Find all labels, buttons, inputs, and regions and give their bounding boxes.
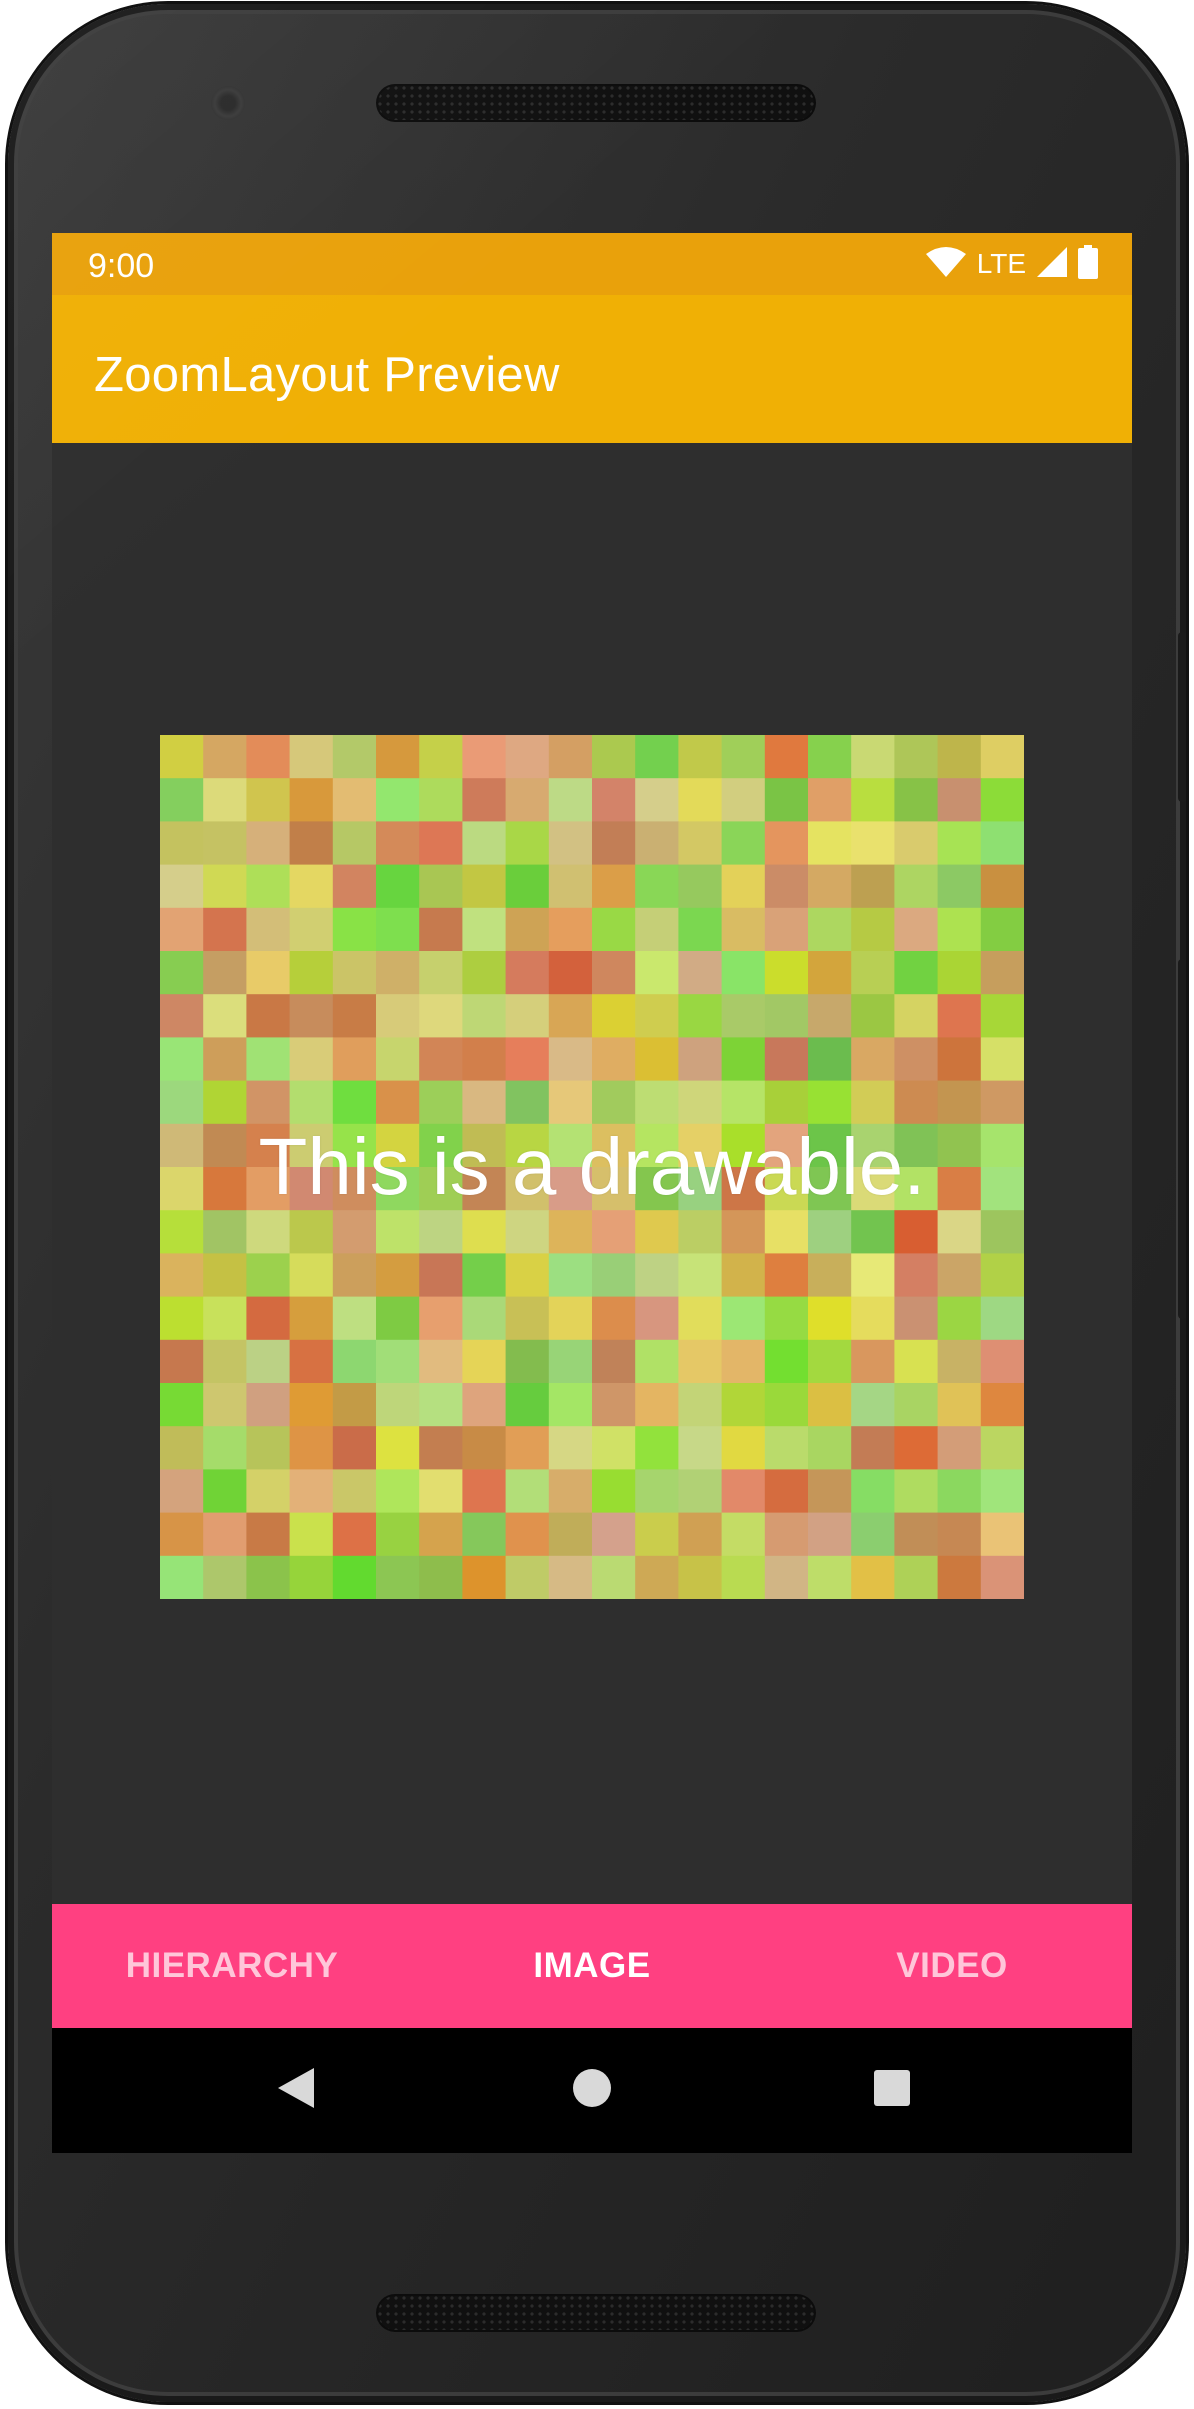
front-camera — [211, 86, 245, 120]
wifi-icon — [925, 246, 967, 283]
drawable-text: This is a drawable. — [258, 1122, 926, 1211]
status-time: 9:00 — [88, 247, 155, 285]
back-button[interactable] — [236, 2028, 356, 2153]
signal-icon — [1036, 246, 1068, 283]
phone-frame: 9:00 LTE ZoomLayout Preview This is a dr… — [8, 4, 1186, 2402]
app-title: ZoomLayout Preview — [94, 348, 560, 402]
battery-icon — [1078, 244, 1098, 284]
power-button — [1178, 632, 1186, 802]
tab-image[interactable]: IMAGE — [412, 1904, 772, 2028]
home-icon — [572, 2068, 612, 2113]
tab-video[interactable]: VIDEO — [772, 1904, 1132, 2028]
app-bar: ZoomLayout Preview — [52, 295, 1132, 443]
recents-icon — [872, 2068, 912, 2113]
tab-hierarchy[interactable]: HIERARCHY — [52, 1904, 412, 2028]
network-label: LTE — [976, 248, 1026, 279]
drawable-image[interactable]: This is a drawable. — [160, 735, 1024, 1599]
status-icons: LTE — [925, 244, 1098, 284]
back-icon — [276, 2066, 316, 2115]
home-button[interactable] — [532, 2028, 652, 2153]
screen: 9:00 LTE ZoomLayout Preview This is a dr… — [52, 233, 1132, 2153]
status-bar: 9:00 LTE — [52, 233, 1132, 295]
volume-button — [1178, 959, 1186, 1319]
system-navigation-bar — [52, 2028, 1132, 2153]
earpiece-speaker — [376, 84, 816, 122]
bottom-speaker — [376, 2294, 816, 2332]
recents-button[interactable] — [832, 2028, 952, 2153]
bottom-navigation: HIERARCHY IMAGE VIDEO — [52, 1904, 1132, 2028]
zoom-layout-content[interactable]: This is a drawable. — [52, 443, 1132, 1903]
